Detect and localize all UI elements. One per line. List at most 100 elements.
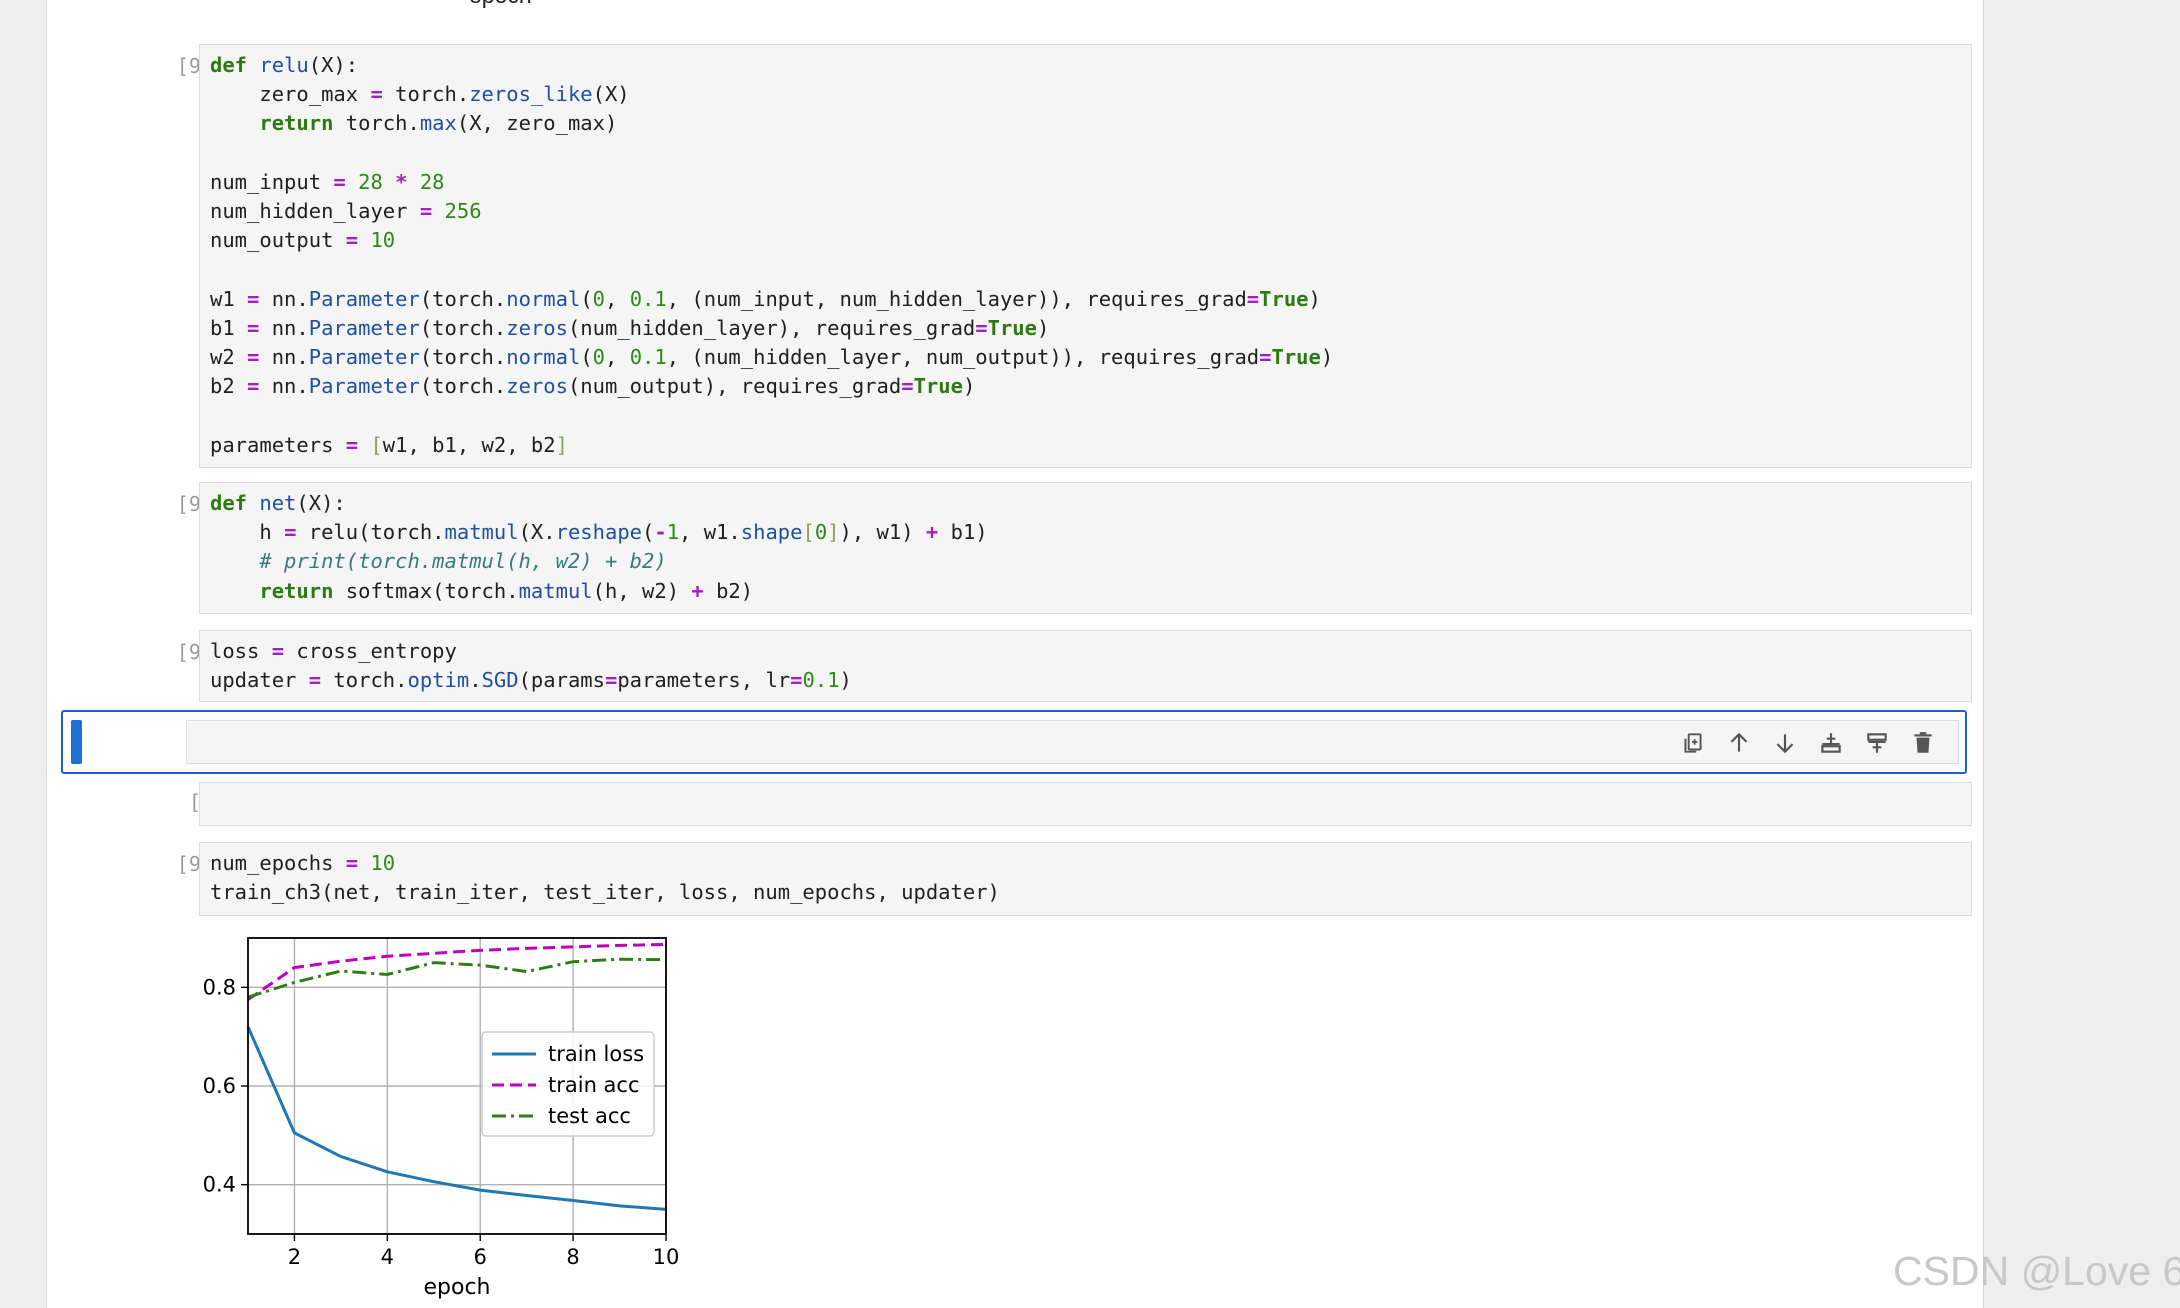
x-axis-label: epoch	[424, 1275, 491, 1300]
delete-icon[interactable]	[1907, 728, 1939, 758]
code-token: -	[654, 520, 667, 545]
code-token: nn.	[259, 286, 309, 311]
code-editor[interactable]: loss = cross_entropy updater = torch.opt…	[199, 630, 1972, 702]
code-token: def	[210, 491, 248, 515]
code-token: (	[580, 286, 593, 311]
code-cell[interactable]: [97]: loss = cross_entropy updater = tor…	[61, 630, 1972, 702]
code-token: =	[975, 315, 988, 340]
code-token: zero_max	[210, 82, 371, 107]
code-token: 0.1	[629, 286, 667, 311]
code-token: Parameter	[308, 345, 420, 370]
y-tick-label: 0.4	[203, 1173, 236, 1197]
code-text[interactable]: num_epochs = 10 train_ch3(net, train_ite…	[200, 843, 1971, 913]
code-token: True	[987, 315, 1037, 340]
x-tick-label: 10	[653, 1245, 680, 1269]
code-token: =	[247, 286, 260, 311]
code-editor[interactable]	[199, 782, 1972, 826]
code-token: =	[333, 169, 346, 194]
previous-output-xlabel: epoch	[469, 0, 532, 9]
code-token: =	[901, 374, 914, 399]
code-token: ]	[827, 520, 840, 545]
code-text[interactable]: def relu(X): zero_max = torch.zeros_like…	[200, 45, 1971, 466]
code-token: ,	[605, 286, 630, 311]
code-token: zeros	[506, 315, 568, 340]
move-up-icon[interactable]	[1723, 728, 1755, 758]
insert-below-icon[interactable]	[1815, 728, 1847, 758]
code-token: zeros	[506, 374, 568, 399]
code-text[interactable]: def net(X): h = relu(torch.matmul(X.resh…	[200, 483, 1971, 612]
code-token: ,	[605, 345, 630, 370]
legend-label: train acc	[548, 1073, 640, 1097]
move-down-icon[interactable]	[1769, 728, 1801, 758]
code-token: Parameter	[308, 315, 420, 340]
code-token: (num_hidden_layer), requires_grad	[567, 315, 976, 340]
code-token: parameters	[210, 432, 346, 457]
code-token: torch.	[321, 668, 408, 693]
code-token: updater	[210, 668, 309, 693]
code-token: [	[370, 432, 383, 457]
code-token: b1)	[938, 520, 988, 545]
code-token: (torch.	[419, 286, 507, 311]
code-token: (X):	[296, 491, 346, 515]
code-token: 10	[370, 851, 396, 875]
code-token: , (num_hidden_layer, num_output)), requi…	[666, 345, 1260, 370]
code-cell[interactable]: [ ]:	[61, 782, 1972, 826]
code-token: =	[1246, 286, 1260, 311]
code-token: normal	[506, 345, 581, 370]
code-token: matmul	[518, 578, 593, 603]
code-token: softmax(torch.	[333, 578, 519, 603]
code-token: .	[469, 668, 482, 693]
code-token: )	[1320, 345, 1334, 370]
code-token: parameters, lr	[617, 668, 791, 693]
code-token: normal	[506, 286, 581, 311]
code-token: , w1.	[679, 520, 741, 545]
code-token: matmul	[444, 520, 519, 545]
code-token: +	[691, 578, 704, 603]
watermark: CSDN @Love 6	[1893, 1248, 2180, 1294]
code-token: ), w1)	[839, 520, 926, 545]
duplicate-cell-icon[interactable]	[1677, 728, 1709, 758]
code-token: =	[247, 345, 260, 370]
code-token: =	[370, 82, 383, 107]
code-cell[interactable]: [95]: def relu(X): zero_max = torch.zero…	[61, 44, 1972, 468]
code-token: return	[259, 111, 334, 136]
code-token: (	[580, 345, 593, 370]
code-token: max	[419, 111, 457, 136]
code-cell[interactable]: [98]: num_epochs = 10 train_ch3(net, tra…	[61, 842, 1972, 916]
code-editor[interactable]: def net(X): h = relu(torch.matmul(X.resh…	[199, 482, 1972, 614]
code-token: shape	[740, 520, 803, 545]
code-token: nn.	[259, 315, 309, 340]
code-token: num_output	[210, 228, 346, 253]
code-token: =	[1259, 345, 1272, 370]
code-token: 0	[592, 345, 605, 370]
code-token: w1	[210, 286, 248, 311]
code-token: )	[1308, 286, 1321, 311]
code-token: def	[210, 53, 248, 77]
insert-above-icon[interactable]	[1861, 728, 1893, 758]
y-tick-label: 0.6	[203, 1074, 236, 1098]
code-token: zeros_like	[469, 82, 593, 107]
code-editor[interactable]: def relu(X): zero_max = torch.zeros_like…	[199, 44, 1972, 468]
code-token: reshape	[555, 520, 643, 545]
code-token: Parameter	[308, 374, 420, 399]
code-cell[interactable]: [96]: def net(X): h = relu(torch.matmul(…	[61, 482, 1972, 614]
code-token: (torch.	[419, 374, 507, 399]
code-text[interactable]: loss = cross_entropy updater = torch.opt…	[200, 631, 1971, 701]
training-chart: 2 4 6 8 10 0.4 0.6 0.8 epoch train loss train acc t…	[203, 937, 680, 1300]
active-code-cell[interactable]: [ ]:	[61, 710, 1967, 774]
code-token: =	[271, 639, 285, 663]
code-token: ]	[555, 432, 568, 457]
code-token: 10	[370, 228, 396, 253]
code-token: =	[345, 228, 359, 253]
code-token: =	[247, 315, 260, 340]
code-token: (torch.	[419, 315, 507, 340]
code-token: (X.	[518, 520, 556, 545]
code-token: (num_output), requires_grad	[567, 374, 902, 399]
code-editor[interactable]: num_epochs = 10 train_ch3(net, train_ite…	[199, 842, 1972, 916]
code-token: num_input	[210, 169, 334, 194]
code-token: optim	[407, 668, 470, 693]
code-token: nn.	[259, 374, 309, 399]
